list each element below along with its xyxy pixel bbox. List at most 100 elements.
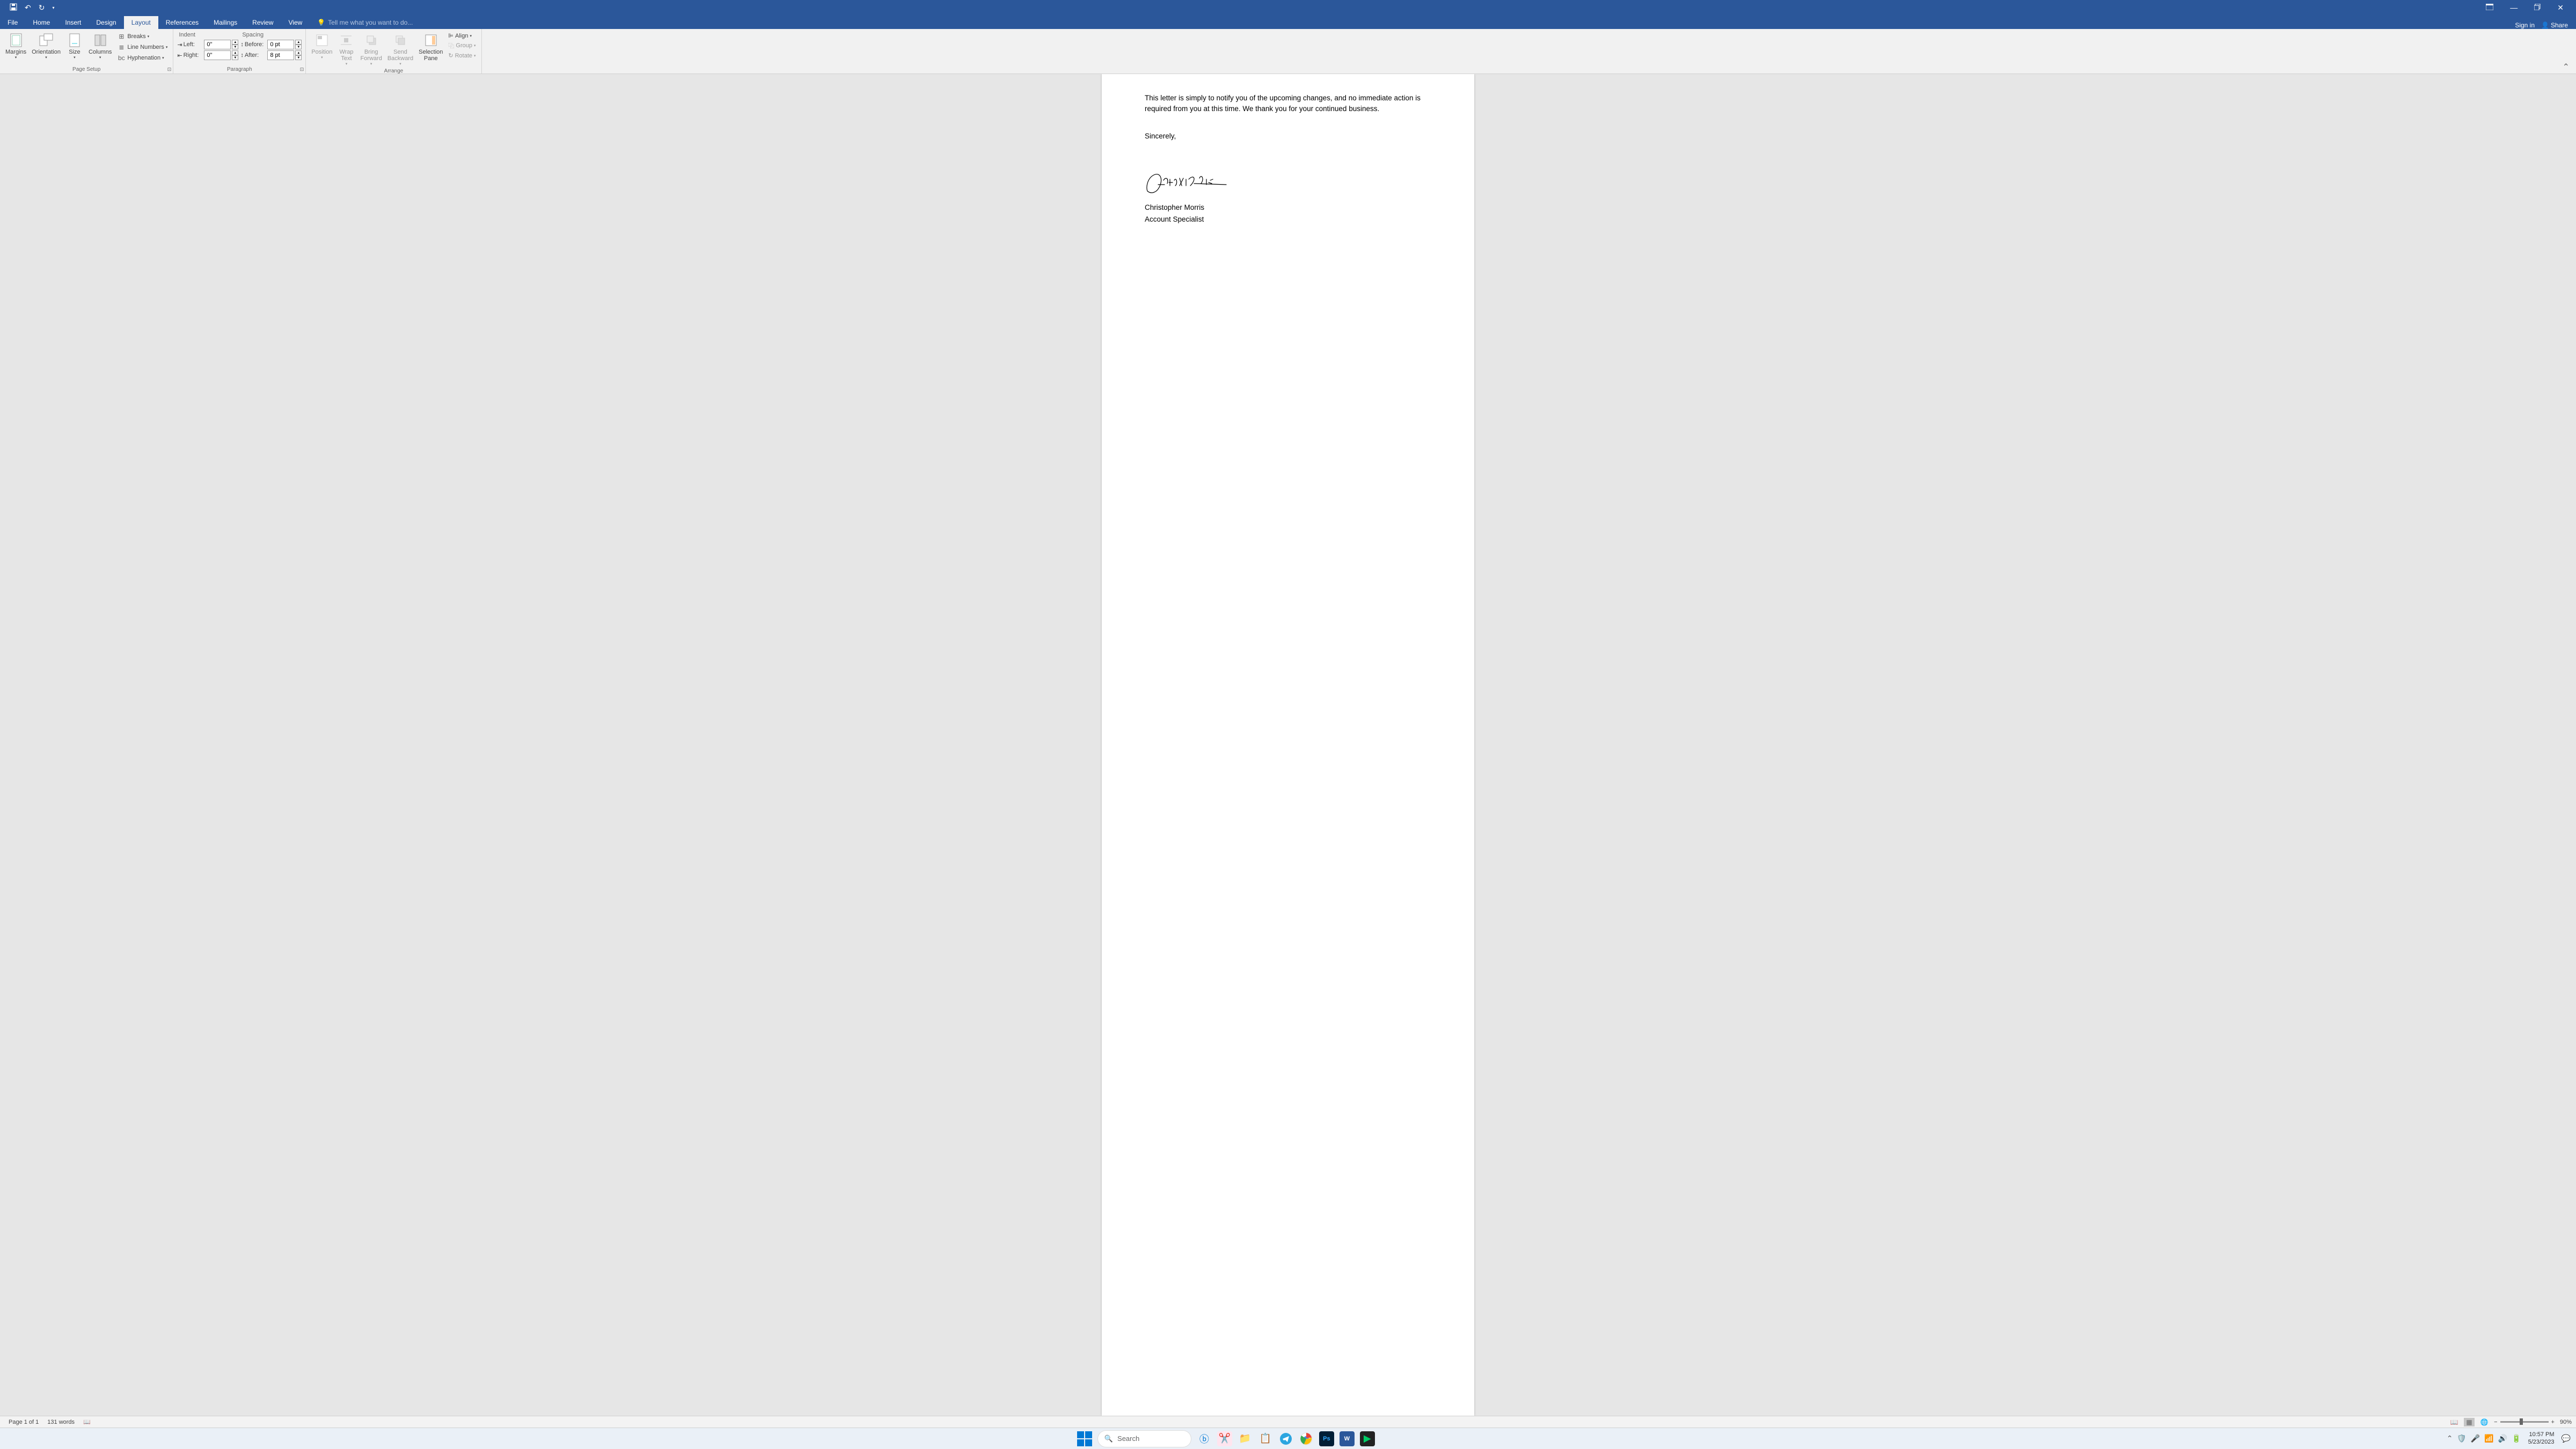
- tab-insert[interactable]: Insert: [57, 16, 89, 29]
- close-icon[interactable]: ✕: [2553, 2, 2568, 14]
- size-button[interactable]: Size ▾: [64, 31, 85, 65]
- word-icon[interactable]: W: [1340, 1431, 1355, 1446]
- sign-in-button[interactable]: Sign in: [2515, 21, 2535, 29]
- send-backward-button[interactable]: Send Backward ▾: [385, 31, 415, 67]
- paragraph-group: Indent ⇥Left: ▲▼ ⇤Right: ▲▼ Spacing ↕Bef…: [173, 29, 306, 74]
- spacing-after-down[interactable]: ▼: [295, 55, 302, 60]
- hyphenation-button[interactable]: bc Hyphenation ▾: [116, 53, 169, 63]
- orientation-icon: [38, 32, 55, 49]
- tab-file[interactable]: File: [0, 16, 25, 29]
- share-button[interactable]: 👤 Share: [2541, 21, 2568, 29]
- ribbon-display-icon[interactable]: [2482, 2, 2498, 14]
- clock[interactable]: 10:57 PM 5/23/2023: [2526, 1431, 2557, 1445]
- page-indicator[interactable]: Page 1 of 1: [4, 1419, 43, 1425]
- microphone-icon[interactable]: 🎤: [2471, 1434, 2480, 1443]
- web-layout-icon[interactable]: 🌐: [2479, 1418, 2490, 1426]
- start-button[interactable]: [1077, 1431, 1092, 1446]
- ribbon-tabs: File Home Insert Design Layout Reference…: [0, 15, 2576, 29]
- notifications-icon[interactable]: 💬: [2562, 1434, 2571, 1443]
- spacing-before-input[interactable]: [267, 40, 294, 49]
- columns-label: Columns: [89, 49, 112, 55]
- line-numbers-button[interactable]: ≣ Line Numbers ▾: [116, 42, 169, 52]
- rotate-button: ↻ Rotate ▾: [447, 52, 477, 60]
- spacing-before-up[interactable]: ▲: [295, 40, 302, 45]
- document-paragraph: This letter is simply to notify you of t…: [1145, 93, 1431, 115]
- tab-design[interactable]: Design: [89, 16, 123, 29]
- tell-me-label: Tell me what you want to do...: [328, 19, 413, 26]
- volume-icon[interactable]: 🔊: [2498, 1434, 2507, 1443]
- word-count[interactable]: 131 words: [43, 1419, 79, 1425]
- indent-left-down[interactable]: ▼: [232, 45, 238, 49]
- size-label: Size: [69, 49, 80, 55]
- orientation-button[interactable]: Orientation ▾: [30, 31, 63, 65]
- zoom-out-button[interactable]: −: [2494, 1419, 2497, 1425]
- save-icon[interactable]: [8, 2, 19, 14]
- wrap-text-label: Wrap Text: [339, 49, 353, 62]
- tell-me-search[interactable]: 💡 Tell me what you want to do...: [310, 16, 420, 29]
- read-mode-icon[interactable]: 📖: [2449, 1418, 2460, 1426]
- margins-button[interactable]: Margins ▾: [3, 31, 28, 65]
- selection-pane-button[interactable]: Selection Pane: [416, 31, 445, 67]
- columns-icon: [92, 32, 109, 49]
- spacing-after-input[interactable]: [267, 50, 294, 60]
- spellcheck-icon[interactable]: 📖: [79, 1418, 95, 1425]
- zoom-level[interactable]: 90%: [2560, 1419, 2572, 1425]
- bing-icon[interactable]: ⓑ: [1197, 1431, 1212, 1446]
- zoom-in-button[interactable]: +: [2551, 1419, 2555, 1425]
- indent-left-up[interactable]: ▲: [232, 40, 238, 45]
- status-bar: Page 1 of 1 131 words 📖 📖 ▦ 🌐 − + 90%: [0, 1416, 2576, 1428]
- file-explorer-icon[interactable]: 📁: [1238, 1431, 1253, 1446]
- indent-right-up[interactable]: ▲: [232, 50, 238, 55]
- spacing-after-up[interactable]: ▲: [295, 50, 302, 55]
- signature-name: Christopher Morris: [1145, 203, 1431, 211]
- orientation-label: Orientation: [32, 49, 61, 55]
- security-icon[interactable]: 🛡️: [2457, 1434, 2466, 1443]
- wifi-icon[interactable]: 📶: [2484, 1434, 2493, 1443]
- hyphenation-label: Hyphenation: [127, 55, 160, 61]
- redo-icon[interactable]: ↻: [37, 2, 47, 14]
- spacing-before-label: ↕Before:: [240, 41, 266, 48]
- tab-references[interactable]: References: [158, 16, 206, 29]
- zoom-slider[interactable]: [2500, 1421, 2549, 1423]
- app-icon[interactable]: ▶: [1360, 1431, 1375, 1446]
- tab-review[interactable]: Review: [245, 16, 281, 29]
- wrap-text-button[interactable]: Wrap Text ▾: [335, 31, 357, 67]
- chrome-icon[interactable]: [1299, 1431, 1314, 1446]
- indent-left-input[interactable]: [204, 40, 231, 49]
- page-setup-group-label: Page Setup: [3, 65, 170, 74]
- indent-right-input[interactable]: [204, 50, 231, 60]
- page-setup-group: Margins ▾ Orientation ▾ Size ▾ Columns ▾…: [0, 29, 173, 74]
- group-icon: ⿻: [448, 41, 454, 50]
- notepad-icon[interactable]: 📋: [1258, 1431, 1273, 1446]
- print-layout-icon[interactable]: ▦: [2464, 1418, 2475, 1426]
- collapse-ribbon-icon[interactable]: ⌃: [2556, 29, 2576, 74]
- photoshop-icon[interactable]: Ps: [1319, 1431, 1334, 1446]
- qat-customize-icon[interactable]: ▾: [50, 4, 56, 12]
- position-button[interactable]: Position ▾: [309, 31, 334, 67]
- spacing-before-icon: ↕: [240, 41, 244, 48]
- indent-right-down[interactable]: ▼: [232, 55, 238, 60]
- tab-mailings[interactable]: Mailings: [206, 16, 245, 29]
- tray-expand-icon[interactable]: ⌃: [2447, 1434, 2453, 1443]
- columns-button[interactable]: Columns ▾: [86, 31, 114, 65]
- snipping-tool-icon[interactable]: ✂️: [1217, 1431, 1232, 1446]
- spacing-before-down[interactable]: ▼: [295, 45, 302, 49]
- page-setup-dialog-launcher-icon[interactable]: ⊡: [167, 67, 172, 72]
- breaks-button[interactable]: ⊞ Breaks ▾: [116, 32, 169, 41]
- minimize-icon[interactable]: —: [2506, 2, 2522, 14]
- battery-icon[interactable]: 🔋: [2512, 1434, 2521, 1443]
- zoom-thumb[interactable]: [2520, 1418, 2523, 1425]
- document-page[interactable]: This letter is simply to notify you of t…: [1102, 74, 1474, 1416]
- clock-date: 5/23/2023: [2528, 1439, 2555, 1446]
- bring-forward-button[interactable]: Bring Forward ▾: [358, 31, 384, 67]
- taskbar-search[interactable]: 🔍 Search: [1097, 1430, 1191, 1447]
- indent-left-icon: ⇥: [177, 41, 182, 48]
- tab-view[interactable]: View: [281, 16, 310, 29]
- undo-icon[interactable]: ↶: [23, 2, 33, 14]
- align-button[interactable]: ⊫ Align ▾: [447, 32, 477, 40]
- telegram-icon[interactable]: [1278, 1431, 1293, 1446]
- tab-home[interactable]: Home: [25, 16, 57, 29]
- maximize-icon[interactable]: [2530, 2, 2545, 14]
- tab-layout[interactable]: Layout: [124, 16, 158, 29]
- paragraph-dialog-launcher-icon[interactable]: ⊡: [300, 67, 304, 72]
